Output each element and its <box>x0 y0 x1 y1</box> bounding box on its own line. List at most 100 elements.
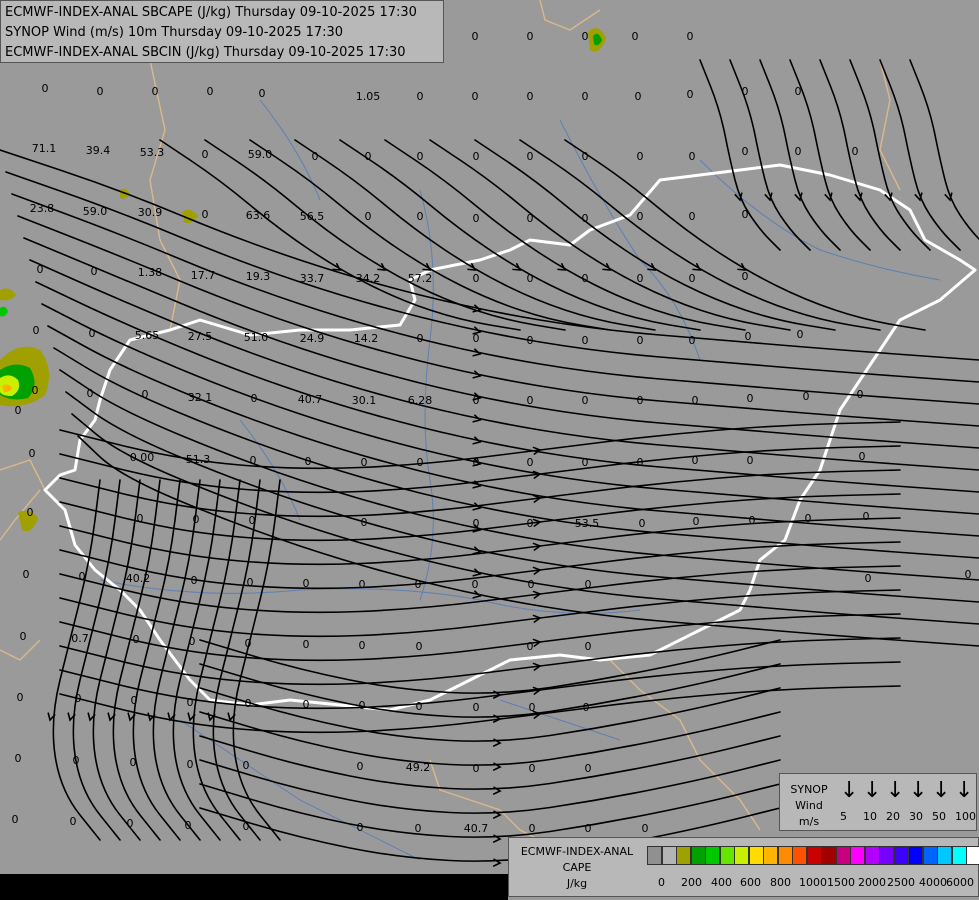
value-label: 0 <box>528 578 535 591</box>
value-label: 0 <box>42 82 49 95</box>
value-label: 0 <box>187 758 194 771</box>
value-label: 0 <box>692 394 699 407</box>
value-label: 0 <box>687 30 694 43</box>
value-label: 0 <box>247 576 254 589</box>
value-label: 0 <box>529 762 536 775</box>
value-label: 0 <box>742 270 749 283</box>
wind-legend-arrow-icon: ↓ <box>863 778 882 803</box>
value-label: 23.8 <box>30 202 55 215</box>
wind-legend-value: 30 <box>909 810 923 823</box>
value-label: 0 <box>70 815 77 828</box>
value-label: 0 <box>527 517 534 530</box>
value-label: 0 <box>17 691 24 704</box>
value-label: 51.3 <box>186 453 211 466</box>
value-label: 0 <box>582 150 589 163</box>
value-label: 0 <box>637 150 644 163</box>
cape-color-swatch <box>806 846 822 865</box>
wind-legend-value: 50 <box>932 810 946 823</box>
value-label: 0 <box>251 392 258 405</box>
cape-tick-label: 1000 <box>799 876 827 889</box>
map-title-box: ECMWF-INDEX-ANAL SBCAPE (J/kg) Thursday … <box>0 0 444 63</box>
value-label: 0 <box>365 150 372 163</box>
value-label: 0 <box>582 30 589 43</box>
value-label: 0 <box>527 640 534 653</box>
cape-color-swatch <box>835 846 851 865</box>
value-label: 0 <box>795 85 802 98</box>
cape-color-swatch <box>951 846 967 865</box>
value-label: 0 <box>805 512 812 525</box>
value-label: 0 <box>259 87 266 100</box>
wind-legend-value: 10 <box>863 810 877 823</box>
value-label: 59.0 <box>83 205 108 218</box>
value-label: 0 <box>73 754 80 767</box>
value-label: 0 <box>863 510 870 523</box>
value-label: 0 <box>417 210 424 223</box>
value-label: 0 <box>693 515 700 528</box>
value-label: 0 <box>527 30 534 43</box>
value-label: 0 <box>472 578 479 591</box>
value-label: 1.38 <box>138 266 163 279</box>
cape-legend: ECMWF-INDEX-ANAL CAPE J/kg 0 200 400 600 800… <box>508 837 979 897</box>
value-label: 0 <box>97 85 104 98</box>
cape-title: ECMWF-INDEX-ANAL SBCAPE (J/kg) Thursday … <box>5 5 417 20</box>
value-label: 0 <box>243 820 250 833</box>
cape-tick-label: 0 <box>658 876 665 889</box>
value-label: 0 <box>472 90 479 103</box>
value-label: 0 <box>473 456 480 469</box>
value-label: 0 <box>202 208 209 221</box>
value-label: 0 <box>689 272 696 285</box>
value-label: 0 <box>473 517 480 530</box>
value-label: 0 <box>303 577 310 590</box>
value-label: 0 <box>15 752 22 765</box>
value-label: 0 <box>359 699 366 712</box>
value-label: 0 <box>365 210 372 223</box>
value-label: 0 <box>15 404 22 417</box>
value-label: 0 <box>742 145 749 158</box>
value-label: 0 <box>417 332 424 345</box>
value-label: 0 <box>185 819 192 832</box>
value-label: 5.65 <box>135 329 160 342</box>
value-label: 0 <box>137 512 144 525</box>
value-label: 0 <box>33 324 40 337</box>
value-label: 0 <box>749 514 756 527</box>
value-label: 0 <box>127 817 134 830</box>
value-label: 0 <box>742 208 749 221</box>
value-label: 0 <box>357 821 364 834</box>
value-label: 0.00 <box>130 451 155 464</box>
wind-legend-value: 20 <box>886 810 900 823</box>
value-label: 0 <box>473 272 480 285</box>
value-label: 0 <box>359 639 366 652</box>
cape-color-swatch <box>690 846 706 865</box>
value-label: 6.28 <box>408 394 433 407</box>
value-label: 0 <box>689 210 696 223</box>
value-label: 0 <box>637 210 644 223</box>
value-label: 0 <box>639 517 646 530</box>
cape-tick-label: 800 <box>770 876 791 889</box>
value-label: 0 <box>527 212 534 225</box>
cape-color-swatch <box>864 846 880 865</box>
weather-map[interactable]: 0003.46000000000001.050000000071.139.453… <box>0 0 979 900</box>
value-label: 17.7 <box>191 269 216 282</box>
value-label: 0 <box>803 390 810 403</box>
value-label: 0 <box>689 150 696 163</box>
value-label: 0 <box>635 90 642 103</box>
cape-tick-label: 400 <box>711 876 732 889</box>
value-label: 30.9 <box>138 206 163 219</box>
cape-color-swatch <box>922 846 938 865</box>
value-label: 1.05 <box>356 90 381 103</box>
cape-color-swatch <box>792 846 807 865</box>
value-label: 0 <box>582 394 589 407</box>
wind-legend-title: SYNOP Wind m/s <box>790 783 828 828</box>
value-label: 0 <box>189 635 196 648</box>
value-label: 0 <box>312 150 319 163</box>
value-label: 0 <box>142 388 149 401</box>
wind-legend-arrow-icon: ↓ <box>932 778 951 803</box>
cape-color-swatch <box>676 846 691 865</box>
value-label: 39.4 <box>86 144 111 157</box>
value-label: 24.9 <box>300 332 325 345</box>
value-label: 0 <box>642 822 649 835</box>
value-label: 0 <box>637 334 644 347</box>
value-label: 0 <box>692 454 699 467</box>
value-label: 0 <box>37 263 44 276</box>
cape-color-swatch <box>850 846 865 865</box>
